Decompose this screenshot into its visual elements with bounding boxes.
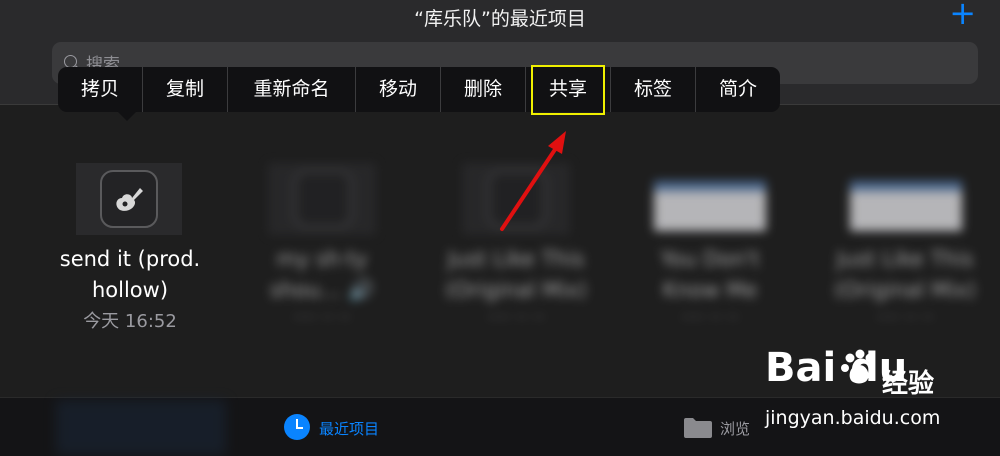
tab-recent[interactable]: 最近项目 xyxy=(319,418,379,439)
folder-icon[interactable] xyxy=(683,416,713,439)
blurred-region xyxy=(56,400,226,455)
clock-icon[interactable] xyxy=(284,414,310,440)
watermark-text: 经验 xyxy=(882,369,935,399)
baidu-watermark: Bai du 经验 jingyan.baidu.com xyxy=(765,345,995,455)
tab-browse[interactable]: 浏览 xyxy=(720,418,750,439)
watermark-url: jingyan.baidu.com xyxy=(765,407,941,429)
paw-icon xyxy=(841,349,875,384)
